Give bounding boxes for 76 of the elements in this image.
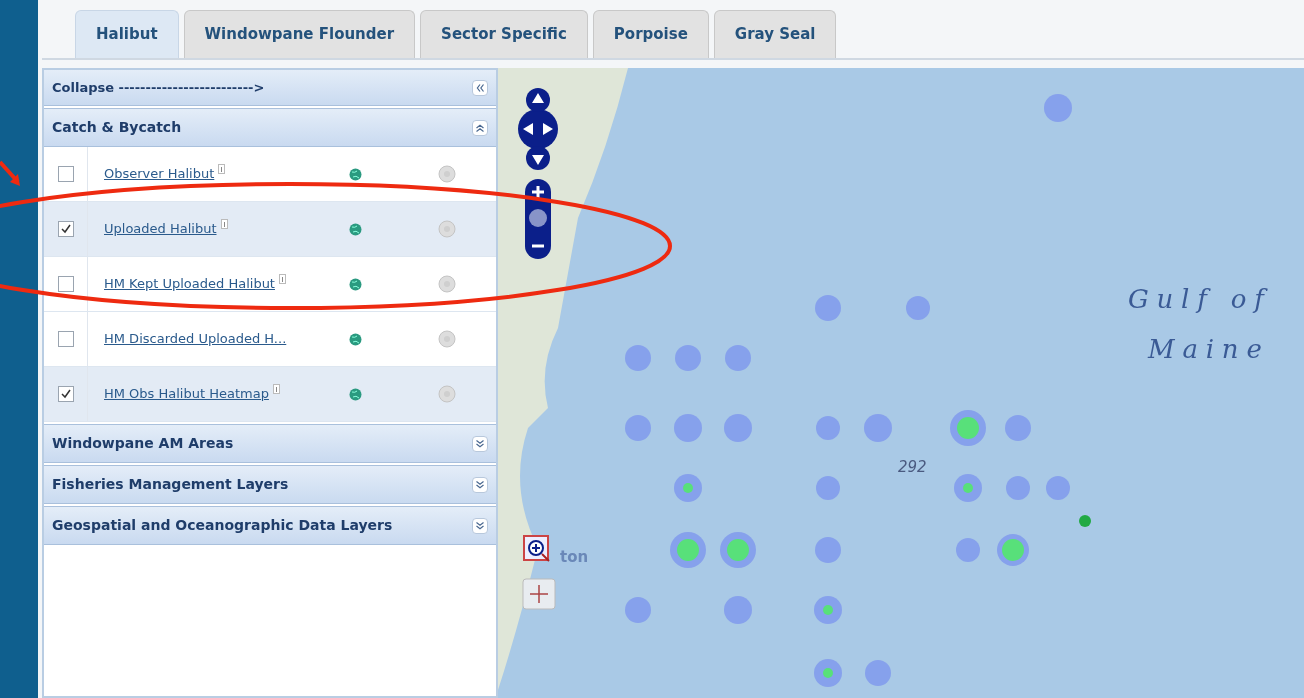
heatmap-spot (625, 597, 651, 623)
map-label: Gulf of (1128, 283, 1272, 316)
layer-checkbox[interactable] (57, 331, 74, 347)
globe-icon[interactable] (349, 332, 362, 346)
layer-tab[interactable]: Halibut (75, 10, 179, 58)
info-icon[interactable] (218, 164, 226, 175)
heatmap-spot (674, 474, 702, 502)
layer-tab[interactable]: Porpoise (592, 10, 709, 58)
heatmap-spot (625, 415, 651, 441)
heatmap-spot (1044, 94, 1072, 122)
section-header[interactable]: Geospatial and Oceanographic Data Layers (44, 506, 496, 545)
heatmap-spot (956, 538, 980, 562)
heatmap-spot (720, 532, 756, 568)
heatmap-spot (815, 295, 841, 321)
heatmap-spot (725, 345, 751, 371)
heatmap-spot (1006, 476, 1030, 500)
section-header[interactable]: Fisheries Management Layers (44, 465, 496, 504)
heatmap-spot (950, 410, 986, 446)
layer-link[interactable]: HM Discarded Uploaded H... (104, 329, 287, 349)
heatmap-spot (724, 414, 752, 442)
heatmap-spot (1005, 415, 1031, 441)
globe-icon[interactable] (349, 277, 362, 291)
expand-icon[interactable] (472, 435, 488, 452)
globe-icon[interactable] (349, 167, 362, 181)
map-label: ton (560, 547, 589, 568)
layer-link[interactable]: Observer Halibut (104, 164, 215, 184)
annotation-arrow (0, 158, 22, 188)
map-label: 292 (898, 457, 927, 478)
heatmap-spot (864, 414, 892, 442)
check-icon (59, 388, 72, 400)
layer-link[interactable]: Uploaded Halibut (104, 219, 217, 239)
heatmap-spot (816, 476, 840, 500)
heatmap-spot (814, 596, 842, 624)
expand-icon[interactable] (472, 476, 488, 493)
move-icon[interactable] (522, 578, 556, 610)
heatmap-spot (815, 537, 841, 563)
layer-checkbox[interactable] (57, 166, 74, 182)
layer-link[interactable]: HM Obs Halibut Heatmap (104, 384, 269, 404)
section-header[interactable]: Catch & Bycatch (44, 108, 496, 147)
heatmap-spot (814, 659, 842, 687)
section-title: Fisheries Management Layers (52, 475, 289, 494)
heatmap-spot (865, 660, 891, 686)
info-icon[interactable] (278, 274, 286, 285)
map-view[interactable]: Gulf of Maine 292 ton (498, 68, 1304, 698)
heatmap-spot (724, 596, 752, 624)
check-icon (59, 223, 72, 235)
section-title: Geospatial and Oceanographic Data Layers (52, 516, 393, 535)
layer-link[interactable]: HM Kept Uploaded Halibut (104, 274, 275, 294)
heatmap-spot (906, 296, 930, 320)
section-title: Windowpane AM Areas (52, 434, 234, 453)
layer-checkbox[interactable] (57, 276, 74, 292)
layer-tab[interactable]: Sector Specific (420, 10, 588, 58)
collapse-icon[interactable] (472, 119, 488, 136)
globe-icon[interactable] (349, 387, 362, 401)
layer-checkbox[interactable] (57, 221, 74, 237)
heatmap-spot (670, 532, 706, 568)
expand-icon[interactable] (472, 517, 488, 534)
map-label: Maine (1148, 333, 1270, 366)
heatmap-spot (954, 474, 982, 502)
layer-tab[interactable]: Gray Seal (713, 10, 837, 58)
map-point (1079, 515, 1091, 527)
heatmap-spot (816, 416, 840, 440)
heatmap-spot (674, 414, 702, 442)
heatmap-spot (1046, 476, 1070, 500)
heatmap-spot (997, 534, 1029, 566)
info-icon[interactable] (220, 219, 228, 230)
layer-checkbox[interactable] (57, 386, 74, 402)
section-header[interactable]: Windowpane AM Areas (44, 424, 496, 463)
layer-tab[interactable]: Windowpane Flounder (183, 10, 416, 58)
globe-icon[interactable] (349, 222, 362, 236)
info-icon[interactable] (272, 384, 280, 395)
double-chevron-left-icon[interactable] (472, 79, 488, 96)
zoom-box-icon[interactable] (522, 534, 552, 564)
section-title: Catch & Bycatch (52, 118, 182, 137)
heatmap-spot (625, 345, 651, 371)
heatmap-spot (675, 345, 701, 371)
